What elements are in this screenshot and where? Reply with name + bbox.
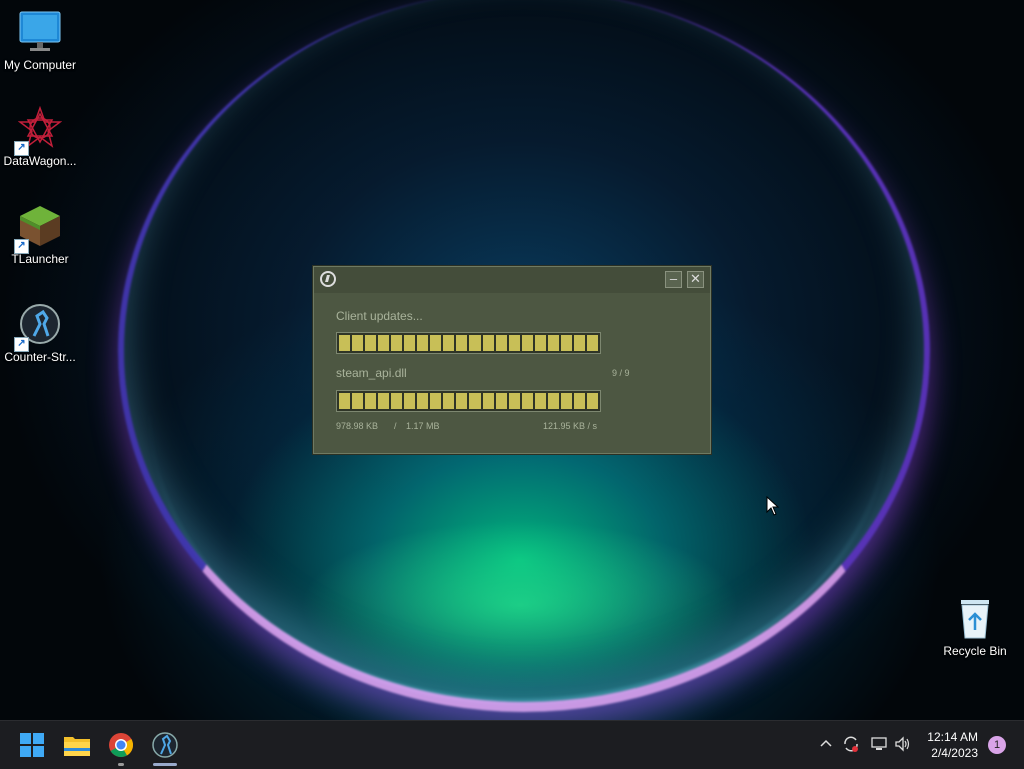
close-button[interactable]: ✕: [687, 271, 704, 288]
chevron-up-icon: [820, 739, 832, 747]
file-progress-bar: [336, 390, 601, 412]
desktop-icon-recycle-bin[interactable]: Recycle Bin: [935, 596, 1015, 658]
tray-network-button[interactable]: [870, 735, 888, 753]
chrome-icon: [109, 733, 134, 758]
desktop-icon-label: My Computer: [3, 58, 77, 72]
downloaded-size: 978.98 KB: [336, 421, 379, 431]
desktop-icon-my-computer[interactable]: My Computer: [0, 10, 80, 72]
desktop-icon-counter-strike[interactable]: ↗ Counter-Str...: [0, 302, 80, 364]
tray-clock[interactable]: 12:14 AM 2/4/2023: [927, 729, 978, 761]
file-explorer-button[interactable]: [61, 729, 93, 761]
tray-overflow-button[interactable]: [819, 737, 833, 751]
size-separator: /: [394, 421, 397, 431]
notification-badge[interactable]: 1: [988, 736, 1006, 754]
minecraft-block-icon: ↗: [14, 204, 62, 254]
file-count: 9 / 9: [612, 368, 630, 378]
updater-window: – ✕ Client updates... steam_api.dll 9 / …: [313, 266, 711, 454]
total-size: 1.17 MB: [406, 421, 440, 431]
app-logo-icon: [320, 271, 336, 287]
desktop-icon-label: Recycle Bin: [943, 644, 1007, 658]
counter-strike-taskbar-button[interactable]: [149, 729, 181, 766]
mouse-cursor-icon: [766, 496, 780, 516]
desktop-icon-label: TLauncher: [11, 252, 69, 266]
datawagon-icon: ↗: [14, 105, 63, 156]
start-button[interactable]: [16, 729, 48, 761]
volume-icon: [895, 736, 910, 752]
shortcut-arrow-icon: ↗: [14, 239, 29, 254]
minimize-button[interactable]: –: [665, 271, 682, 288]
download-speed: 121.95 KB / s: [543, 421, 598, 431]
clock-date: 2/4/2023: [931, 746, 978, 760]
tray-sync-button[interactable]: [842, 735, 860, 753]
monitor-icon: [18, 10, 62, 54]
desktop-icon-datawagon[interactable]: ↗ DataWagon...: [0, 105, 80, 168]
counter-strike-icon: ↗: [14, 302, 62, 352]
shortcut-arrow-icon: ↗: [14, 337, 29, 352]
update-status-text: Client updates...: [336, 309, 423, 323]
recycle-bin-icon: [953, 596, 997, 640]
chrome-button[interactable]: [105, 729, 137, 766]
start-icon: [20, 733, 44, 757]
desktop-icon-label: DataWagon...: [3, 154, 77, 168]
current-file-name: steam_api.dll: [336, 366, 407, 380]
overall-progress-bar: [336, 332, 601, 354]
counter-strike-icon: [152, 732, 178, 758]
desktop-icon-label: Counter-Str...: [4, 350, 76, 364]
tray-volume-button[interactable]: [894, 735, 912, 753]
network-icon: [871, 737, 887, 750]
taskbar: 12:14 AM 2/4/2023 1: [0, 720, 1024, 769]
desktop-icon-tlauncher[interactable]: ↗ TLauncher: [0, 204, 80, 266]
shortcut-arrow-icon: ↗: [14, 141, 29, 156]
sync-icon: [844, 736, 858, 752]
file-explorer-icon: [64, 737, 90, 756]
updater-titlebar[interactable]: – ✕: [314, 267, 710, 293]
clock-time: 12:14 AM: [927, 730, 978, 744]
